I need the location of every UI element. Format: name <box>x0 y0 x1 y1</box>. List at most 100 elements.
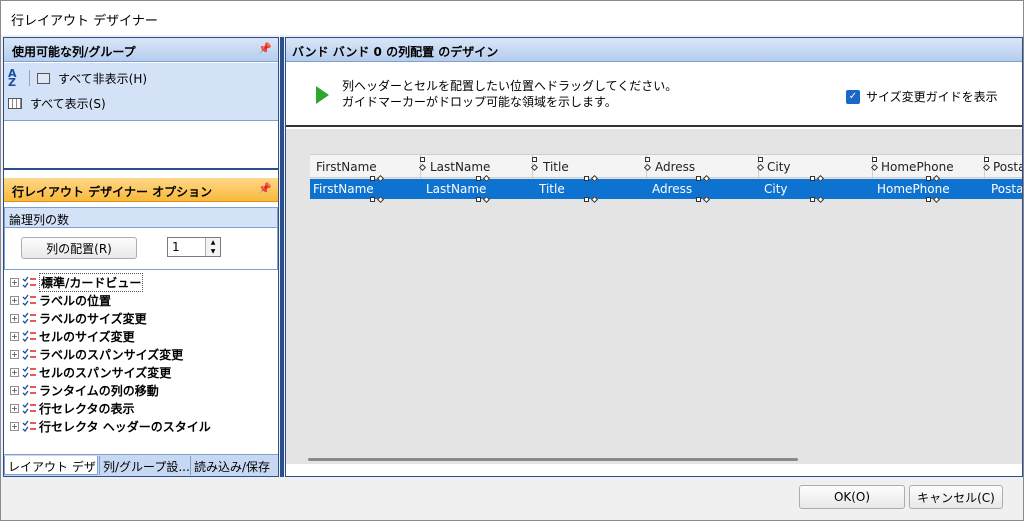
expand-icon[interactable]: + <box>10 277 19 287</box>
tree-item-standard-card-view[interactable]: + 標準/カードビュー <box>10 272 144 292</box>
tree-item-label: セルのサイズ変更 <box>39 329 135 344</box>
cell-homephone[interactable]: HomePhone <box>877 182 950 196</box>
resize-handle[interactable] <box>758 157 763 162</box>
expand-icon[interactable]: + <box>10 295 19 305</box>
resize-handle[interactable] <box>926 197 931 202</box>
resize-handle[interactable] <box>532 157 537 162</box>
tree-item-row-selector-display[interactable]: + 行セレクタの表示 <box>10 399 135 417</box>
options-tree: + 標準/カードビュー + ラベルの位置 + ラベルのサイズ変更 + セルのサイ… <box>4 272 278 452</box>
option-icon <box>22 384 36 396</box>
available-columns-list[interactable] <box>4 122 278 170</box>
resize-handle[interactable] <box>926 176 931 181</box>
columns-panel-title: 使用可能な列/グループ <box>12 45 136 59</box>
logical-columns-group: 論理列の数 列の配置(R) 1 ▲ ▼ <box>4 207 278 270</box>
row-layout-designer-window: 行レイアウト デザイナー 使用可能な列/グループ 📌 AZ すべて非表示(H) … <box>0 0 1024 521</box>
resize-handle[interactable] <box>584 176 589 181</box>
design-pane: バンド バンド 0 の列配置 のデザイン 列ヘッダーとセルを配置したい位置へドラ… <box>285 37 1023 477</box>
column-header-city[interactable]: City <box>767 160 791 174</box>
ok-button[interactable]: OK(O) <box>799 485 905 509</box>
arrange-columns-button[interactable]: 列の配置(R) <box>21 237 137 259</box>
horizontal-scrollbar[interactable] <box>308 458 798 461</box>
tree-item-label-position[interactable]: + ラベルの位置 <box>10 291 111 309</box>
hide-all-button[interactable]: すべて非表示(H) <box>58 70 147 87</box>
tree-item-label: ラベルのスパンサイズ変更 <box>39 347 184 362</box>
option-icon <box>22 366 36 378</box>
tree-item-label: 標準/カードビュー <box>39 272 144 292</box>
option-icon <box>22 348 36 360</box>
title-bar: 行レイアウト デザイナー <box>1 1 1023 35</box>
expand-icon[interactable]: + <box>10 331 19 341</box>
cell-firstname[interactable]: FirstName <box>313 182 374 196</box>
columns-toolbar: AZ すべて非表示(H) すべて表示(S) <box>4 63 278 121</box>
tab-layout-designer[interactable]: レイアウト デザ... <box>4 456 98 475</box>
show-resize-guide-label: サイズ変更ガイドを表示 <box>866 90 998 104</box>
logical-columns-spinner[interactable]: 1 ▲ ▼ <box>167 237 221 257</box>
cancel-button[interactable]: キャンセル(C) <box>909 485 1003 509</box>
column-header-row: FirstName LastName Title Adress City Hom… <box>310 154 1022 179</box>
cell-city[interactable]: City <box>764 182 788 196</box>
expand-icon[interactable]: + <box>10 385 19 395</box>
expand-icon[interactable]: + <box>10 367 19 377</box>
expand-icon[interactable]: + <box>10 349 19 359</box>
pin-icon[interactable]: 📌 <box>258 42 272 55</box>
tab-load-save[interactable]: 読み込み/保存 <box>190 456 278 475</box>
expand-icon[interactable]: + <box>10 421 19 431</box>
expand-icon[interactable]: + <box>10 313 19 323</box>
logical-columns-value: 1 <box>172 240 180 254</box>
cell-title[interactable]: Title <box>539 182 565 196</box>
cell-adress[interactable]: Adress <box>652 182 692 196</box>
checkbox-checked-icon[interactable]: ✓ <box>846 89 860 104</box>
column-header-adress[interactable]: Adress <box>655 160 695 174</box>
tree-item-label: ラベルのサイズ変更 <box>39 311 147 326</box>
show-resize-guide-checkbox[interactable]: ✓ サイズ変更ガイドを表示 <box>846 88 998 105</box>
tree-item-cell-span-resize[interactable]: + セルのスパンサイズ変更 <box>10 363 171 381</box>
resize-handle[interactable] <box>476 197 481 202</box>
sort-az-icon[interactable]: AZ <box>8 68 22 88</box>
option-icon <box>22 420 36 432</box>
cell-lastname[interactable]: LastName <box>426 182 486 196</box>
pin-icon[interactable]: 📌 <box>258 182 272 195</box>
resize-handle[interactable] <box>370 176 375 181</box>
pane-splitter[interactable] <box>280 37 284 477</box>
resize-handle[interactable] <box>696 176 701 181</box>
resize-handle[interactable] <box>984 157 989 162</box>
option-icon <box>22 330 36 342</box>
resize-handle[interactable] <box>370 197 375 202</box>
column-header-homephone[interactable]: HomePhone <box>881 160 954 174</box>
expand-icon[interactable]: + <box>10 403 19 413</box>
cell-postalcode[interactable]: PostalCode <box>991 182 1022 196</box>
column-header-lastname[interactable]: LastName <box>430 160 490 174</box>
hide-all-icon <box>37 72 50 84</box>
tree-item-runtime-column-move[interactable]: + ランタイムの列の移動 <box>10 381 159 399</box>
resize-handle[interactable] <box>696 197 701 202</box>
show-all-button[interactable]: すべて表示(S) <box>30 95 106 112</box>
resize-handle[interactable] <box>645 157 650 162</box>
resize-handle[interactable] <box>810 176 815 181</box>
option-icon <box>22 276 36 288</box>
resize-handle[interactable] <box>810 197 815 202</box>
tab-columns-groups[interactable]: 列/グループ設... <box>99 456 189 475</box>
instruction-line-2: ガイドマーカーがドロップ可能な領域を示します。 <box>342 95 617 109</box>
cell-row: FirstName LastName Title Adress City Hom… <box>310 179 1022 199</box>
spinner-arrows[interactable]: ▲ ▼ <box>205 238 220 256</box>
layout-design-canvas[interactable]: FirstName LastName Title Adress City Hom… <box>286 129 1022 464</box>
columns-panel-header: 使用可能な列/グループ 📌 <box>4 38 278 62</box>
column-header-title[interactable]: Title <box>543 160 569 174</box>
tree-item-label: 行セレクタ ヘッダーのスタイル <box>39 419 211 434</box>
resize-handle[interactable] <box>584 197 589 202</box>
column-header-firstname[interactable]: FirstName <box>316 160 377 174</box>
tree-item-label-span-resize[interactable]: + ラベルのスパンサイズ変更 <box>10 345 183 363</box>
play-icon <box>316 86 329 104</box>
column-header-postalcode[interactable]: PostalCode <box>993 160 1022 174</box>
resize-handle[interactable] <box>420 157 425 162</box>
resize-handle[interactable] <box>476 176 481 181</box>
design-panel-title: バンド バンド 0 の列配置 のデザイン <box>292 45 499 59</box>
toolbar-separator <box>29 70 30 86</box>
tree-item-label-resize[interactable]: + ラベルのサイズ変更 <box>10 309 147 327</box>
instruction-text: 列ヘッダーとセルを配置したい位置へドラッグしてください。 ガイドマーカーがドロッ… <box>342 78 677 110</box>
tree-item-row-selector-header-style[interactable]: + 行セレクタ ヘッダーのスタイル <box>10 417 211 435</box>
left-pane-tabs: レイアウト デザ... 列/グループ設... 読み込み/保存 <box>4 454 278 476</box>
options-panel-title: 行レイアウト デザイナー オプション <box>12 185 213 199</box>
resize-handle[interactable] <box>872 157 877 162</box>
tree-item-cell-resize[interactable]: + セルのサイズ変更 <box>10 327 135 345</box>
